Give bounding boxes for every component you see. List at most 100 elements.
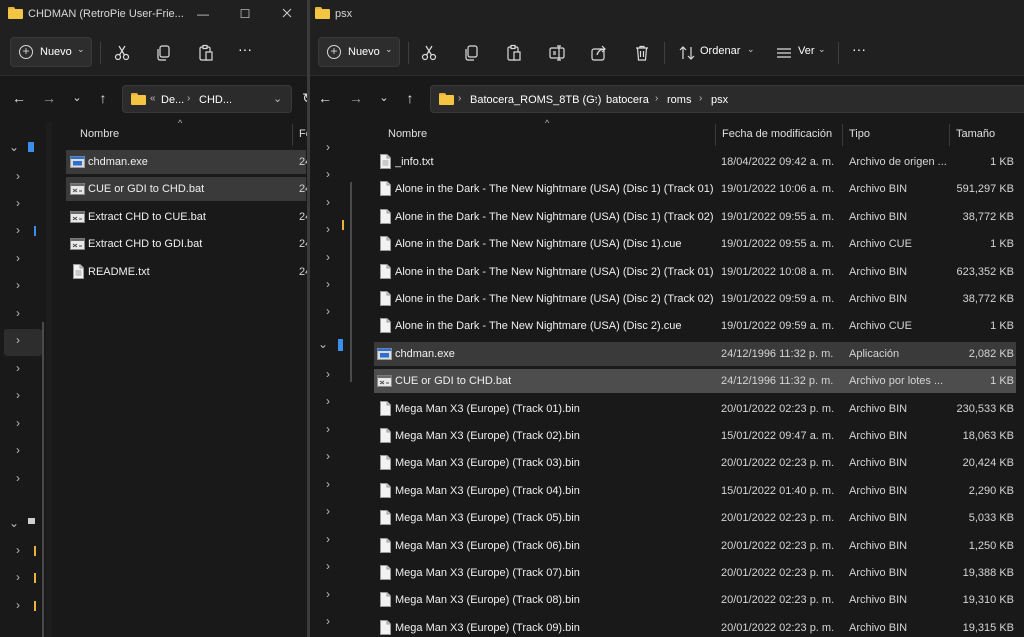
up-button[interactable]: ↑ xyxy=(400,88,420,108)
file-row[interactable]: Mega Man X3 (Europe) (Track 05).bin 20/01… xyxy=(374,506,1016,530)
more-options-button[interactable]: ··· xyxy=(238,41,252,57)
expand-chevron-icon[interactable]: › xyxy=(16,251,20,265)
expand-chevron-icon[interactable]: › xyxy=(16,223,20,237)
expand-chevron-icon[interactable]: › xyxy=(326,559,330,573)
file-row[interactable]: README.txt24 xyxy=(66,260,308,284)
view-button[interactable]: Ver xyxy=(798,45,815,57)
breadcrumb-item[interactable]: Batocera_ROMS_8TB (G:) xyxy=(470,94,601,106)
cut-icon[interactable] xyxy=(420,44,438,62)
new-button[interactable]: + Nuevo ⌄ xyxy=(10,37,92,67)
minimize-button[interactable]: — xyxy=(188,4,218,24)
file-row[interactable]: Mega Man X3 (Europe) (Track 02).bin 15/01… xyxy=(374,424,1016,448)
close-button[interactable] xyxy=(272,4,302,24)
expand-chevron-icon[interactable]: › xyxy=(326,167,330,181)
new-button[interactable]: + Nuevo ⌄ xyxy=(318,37,400,67)
expand-chevron-icon[interactable]: › xyxy=(16,388,20,402)
address-bar[interactable]: › Batocera_ROMS_8TB (G:) › batocera › ro… xyxy=(430,85,1024,113)
breadcrumb-overflow[interactable]: « xyxy=(150,93,156,104)
view-icon[interactable] xyxy=(775,44,793,62)
expand-chevron-icon[interactable]: › xyxy=(326,140,330,154)
expand-chevron-icon[interactable]: › xyxy=(16,543,20,557)
column-header-name[interactable]: Nombre xyxy=(388,128,427,150)
file-row[interactable]: _info.txt 18/04/2022 09:42 a. m. Archivo d… xyxy=(374,150,1016,174)
expand-chevron-icon[interactable]: › xyxy=(326,367,330,381)
expand-chevron-icon[interactable]: › xyxy=(16,416,20,430)
back-button[interactable]: ← xyxy=(315,88,335,108)
breadcrumb-item[interactable]: roms xyxy=(667,94,691,106)
expand-chevron-icon[interactable]: › xyxy=(326,477,330,491)
expand-chevron-icon[interactable]: › xyxy=(326,532,330,546)
address-bar[interactable]: « De... › CHD... ⌄ xyxy=(122,85,292,113)
file-row[interactable]: Mega Man X3 (Europe) (Track 03).bin 20/01… xyxy=(374,451,1016,475)
copy-icon[interactable] xyxy=(463,44,481,62)
file-row[interactable]: Mega Man X3 (Europe) (Track 09).bin 20/01… xyxy=(374,616,1016,637)
file-row[interactable]: Extract CHD to GDI.bat24 xyxy=(66,232,308,256)
expand-chevron-icon[interactable]: › xyxy=(16,169,20,183)
recent-dropdown-button[interactable]: ⌄ xyxy=(374,88,394,108)
share-icon[interactable] xyxy=(590,44,608,62)
file-row[interactable]: Extract CHD to CUE.bat24 xyxy=(66,205,308,229)
file-row[interactable]: Mega Man X3 (Europe) (Track 04).bin 15/01… xyxy=(374,479,1016,503)
file-row[interactable]: Alone in the Dark - The New Nightmare (U… xyxy=(374,177,1016,201)
file-row[interactable]: CUE or GDI to CHD.bat 24/12/1996 11:32 p.… xyxy=(374,369,1016,394)
expand-chevron-icon[interactable]: › xyxy=(16,278,20,292)
copy-icon[interactable] xyxy=(155,44,173,62)
sort-button[interactable]: Ordenar xyxy=(700,45,740,57)
expand-chevron-icon[interactable]: › xyxy=(326,449,330,463)
expand-chevron-icon[interactable]: › xyxy=(326,614,330,628)
expand-chevron-icon[interactable]: › xyxy=(326,277,330,291)
paste-icon[interactable] xyxy=(197,44,215,62)
expand-chevron-icon[interactable]: › xyxy=(16,333,20,347)
file-row[interactable]: chdman.exe24 xyxy=(66,150,308,174)
file-row[interactable]: Alone in the Dark - The New Nightmare (U… xyxy=(374,205,1016,229)
file-row[interactable]: Alone in the Dark - The New Nightmare (U… xyxy=(374,287,1016,311)
expand-chevron-icon[interactable]: › xyxy=(16,196,20,210)
title-bar[interactable]: CHDMAN (RetroPie User-Frie... — ☐ xyxy=(0,0,308,30)
recent-dropdown-button[interactable]: ⌄ xyxy=(67,88,87,108)
breadcrumb-item[interactable]: CHD... xyxy=(199,94,232,106)
expand-chevron-icon[interactable]: › xyxy=(16,570,20,584)
file-row[interactable]: Mega Man X3 (Europe) (Track 08).bin 20/01… xyxy=(374,588,1016,612)
expand-chevron-icon[interactable]: › xyxy=(326,587,330,601)
breadcrumb-item[interactable]: De... xyxy=(161,94,184,106)
rename-icon[interactable] xyxy=(548,44,566,62)
column-header-name[interactable]: Nombre xyxy=(80,128,119,150)
breadcrumb-item[interactable]: batocera xyxy=(606,94,649,106)
file-row[interactable]: CUE or GDI to CHD.bat24 xyxy=(66,177,308,202)
expand-chevron-icon[interactable]: › xyxy=(16,443,20,457)
file-row[interactable]: Mega Man X3 (Europe) (Track 01).bin 20/01… xyxy=(374,397,1016,421)
expand-chevron-icon[interactable]: › xyxy=(16,306,20,320)
up-button[interactable]: ↑ xyxy=(93,88,113,108)
address-dropdown-button[interactable]: ⌄ xyxy=(273,92,282,105)
file-row[interactable]: Mega Man X3 (Europe) (Track 06).bin 20/01… xyxy=(374,534,1016,558)
delete-icon[interactable] xyxy=(633,44,651,62)
expand-chevron-icon[interactable]: › xyxy=(326,504,330,518)
sort-icon[interactable] xyxy=(678,44,696,62)
column-header-type[interactable]: Tipo xyxy=(849,128,870,150)
expand-chevron-icon[interactable]: ⌄ xyxy=(9,140,19,154)
title-bar[interactable]: psx xyxy=(310,0,1024,30)
forward-button[interactable]: → xyxy=(346,88,366,108)
back-button[interactable]: ← xyxy=(9,88,29,108)
expand-chevron-icon[interactable]: › xyxy=(16,361,20,375)
file-row[interactable]: Mega Man X3 (Europe) (Track 07).bin 20/01… xyxy=(374,561,1016,585)
column-header-date[interactable]: Fecha de modificación xyxy=(722,128,832,150)
expand-chevron-icon[interactable]: › xyxy=(326,422,330,436)
file-row[interactable]: Alone in the Dark - The New Nightmare (U… xyxy=(374,260,1016,284)
expand-chevron-icon[interactable]: › xyxy=(326,222,330,236)
cut-icon[interactable] xyxy=(113,44,131,62)
expand-chevron-icon[interactable]: ⌄ xyxy=(318,337,328,351)
maximize-button[interactable]: ☐ xyxy=(230,4,260,24)
file-row[interactable]: Alone in the Dark - The New Nightmare (U… xyxy=(374,314,1016,338)
breadcrumb-item[interactable]: psx xyxy=(711,94,728,106)
expand-chevron-icon[interactable]: › xyxy=(16,598,20,612)
expand-chevron-icon[interactable]: › xyxy=(326,304,330,318)
column-header-size[interactable]: Tamaño xyxy=(956,128,995,150)
forward-button[interactable]: → xyxy=(39,88,59,108)
expand-chevron-icon[interactable]: ⌄ xyxy=(9,516,19,530)
paste-icon[interactable] xyxy=(505,44,523,62)
expand-chevron-icon[interactable]: › xyxy=(326,394,330,408)
more-options-button[interactable]: ··· xyxy=(852,41,866,57)
file-row[interactable]: chdman.exe 24/12/1996 11:32 p. m. Aplicaci… xyxy=(374,341,1016,366)
expand-chevron-icon[interactable]: › xyxy=(326,195,330,209)
